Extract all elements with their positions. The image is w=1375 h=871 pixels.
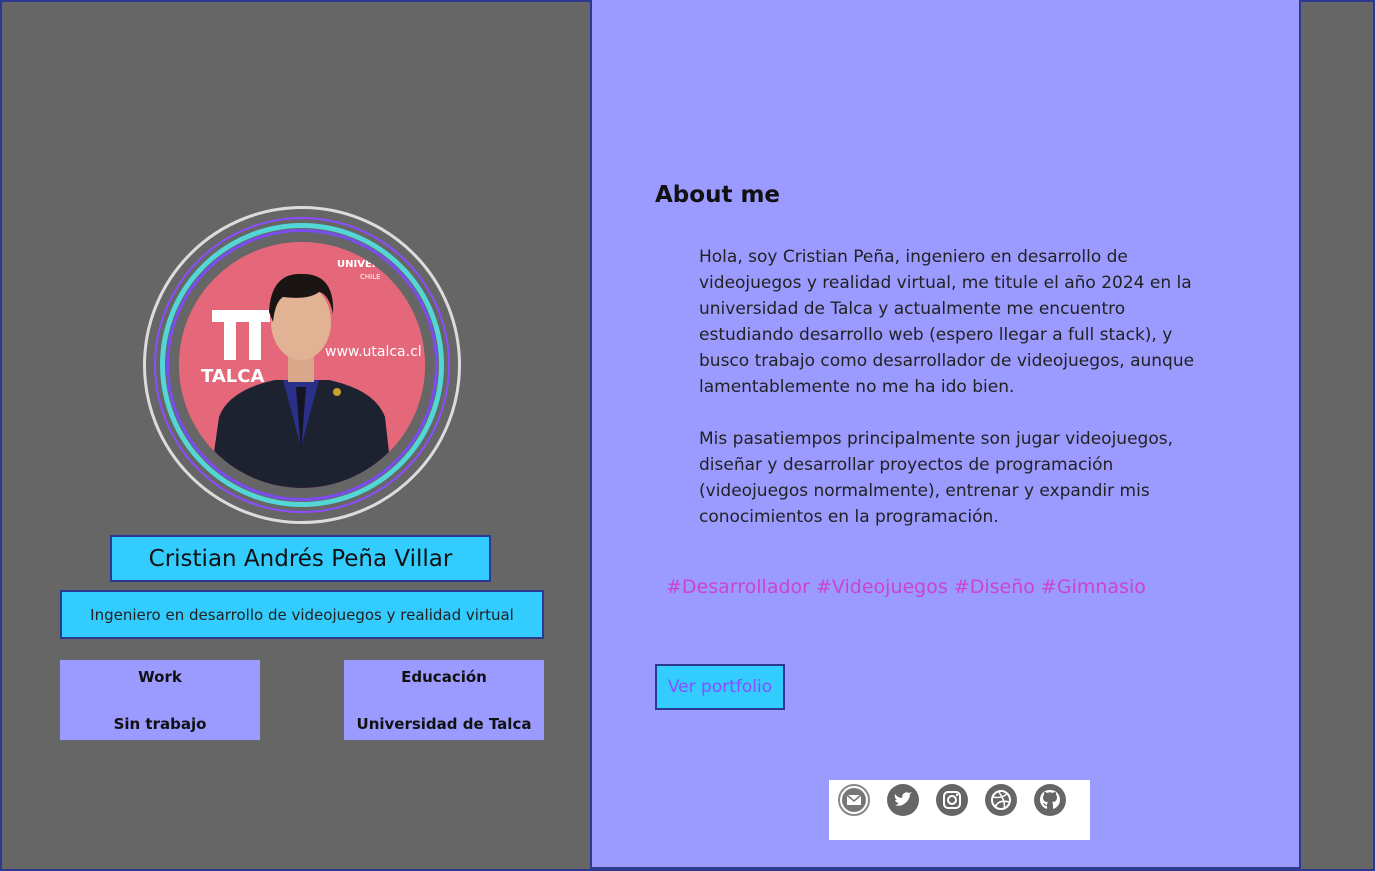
avatar: TALCA UNIVERSIDAD CHILE www.utalca.cl [143, 206, 461, 524]
dribbble-icon[interactable] [984, 783, 1018, 817]
education-value: Universidad de Talca [356, 715, 532, 733]
hashtags: #Desarrollador #Videojuegos #Diseño #Gim… [666, 576, 1146, 598]
work-value: Sin trabajo [113, 715, 207, 733]
about-text: Hola, soy Cristian Peña, ingeniero en de… [699, 244, 1199, 556]
profile-role: Ingeniero en desarrollo de videojuegos y… [60, 590, 544, 639]
github-icon[interactable] [1033, 783, 1067, 817]
work-label: Work [138, 668, 182, 686]
mail-icon[interactable] [837, 783, 871, 817]
about-title: About me [655, 182, 781, 208]
work-card: Work Sin trabajo [60, 660, 260, 740]
photo-url-text: www.utalca.cl [325, 344, 422, 360]
profile-name: Cristian Andrés Peña Villar [110, 535, 491, 582]
photo-logo-sub: CHILE [360, 273, 381, 281]
instagram-icon[interactable] [935, 783, 969, 817]
profile-photo: TALCA UNIVERSIDAD CHILE www.utalca.cl [179, 242, 425, 488]
social-links [829, 780, 1090, 840]
photo-logo-side: TALCA [201, 366, 264, 387]
education-label: Educación [401, 668, 487, 686]
about-paragraph-2: Mis pasatiempos principalmente son jugar… [699, 429, 1173, 527]
twitter-icon[interactable] [886, 783, 920, 817]
about-paragraph-1: Hola, soy Cristian Peña, ingeniero en de… [699, 247, 1195, 397]
education-card: Educación Universidad de Talca [344, 660, 544, 740]
portfolio-button[interactable]: Ver portfolio [655, 664, 785, 710]
